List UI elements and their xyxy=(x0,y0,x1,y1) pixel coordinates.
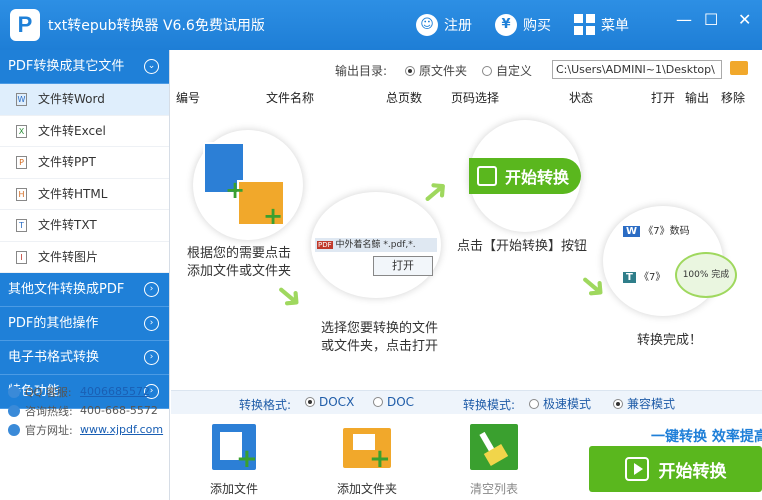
contact-info: QQ 客服: 4006685572 咨询热线: 400-668-5572 官方网址:… xyxy=(8,382,163,439)
category-ebook-convert[interactable]: 电子书格式转换 › xyxy=(0,341,169,375)
sidebar-item-to-image[interactable]: I 文件转图片 xyxy=(0,242,169,273)
phone-icon xyxy=(8,404,20,417)
open-dialog-illustration: PDF 中外着名鲸 *.pdf,*. 打开 xyxy=(311,192,441,298)
chevron-right-icon: › xyxy=(144,282,159,297)
radio-doc[interactable]: DOC xyxy=(373,395,414,409)
website-link[interactable]: www.xjpdf.com xyxy=(80,423,163,436)
start-convert-button[interactable]: 开始转换 xyxy=(589,446,762,492)
html-file-icon: H xyxy=(16,187,27,201)
start-button-illustration: 开始转换 xyxy=(469,120,581,232)
radio-fast-mode[interactable]: 极速模式 xyxy=(529,395,591,412)
app-title: txt转epub转换器 V6.6免费试用版 xyxy=(48,18,265,34)
image-file-icon: I xyxy=(16,250,27,264)
sidebar-item-to-txt[interactable]: T 文件转TXT xyxy=(0,210,169,242)
close-button[interactable]: ✕ xyxy=(738,10,751,29)
sidebar-item-to-html[interactable]: H 文件转HTML xyxy=(0,179,169,210)
sidebar-item-to-word[interactable]: W 文件转Word xyxy=(0,84,169,116)
radio-docx[interactable]: DOCX xyxy=(305,395,354,409)
add-file-illustration: + + xyxy=(193,130,303,240)
title-bar: P txt转epub转换器 V6.6免费试用版 ☺ 注册 ¥ 购买 菜单 — ☐… xyxy=(0,0,762,50)
category-pdf-to-other[interactable]: PDF转换成其它文件 ⌄ xyxy=(0,50,169,84)
buy-button[interactable]: ¥ 购买 xyxy=(495,14,551,36)
txt-file-icon: T xyxy=(16,219,27,232)
steps-illustration: + + 根据您的需要点击 添加文件或文件夹 ➜ PDF 中外着名鲸 *.pdf,… xyxy=(171,108,762,390)
grid-icon xyxy=(574,14,595,35)
category-other-to-pdf[interactable]: 其他文件转换成PDF › xyxy=(0,273,169,307)
folder-icon[interactable] xyxy=(730,61,748,75)
menu-button[interactable]: 菜单 xyxy=(574,14,629,35)
slogan-text: 一键转换 效率提高 xyxy=(651,429,762,445)
radio-source-folder[interactable]: 原文件夹 xyxy=(405,62,467,79)
add-file-button[interactable]: + 添加文件 xyxy=(205,422,263,497)
output-dir-bar: 输出目录: 原文件夹 自定义 C:\Users\ADMINI~1\Desktop… xyxy=(171,58,762,84)
broom-icon xyxy=(468,422,520,474)
chevron-down-icon: ⌄ xyxy=(144,59,159,74)
results-illustration: W 《7》数码 T 《7》 100% 完成 xyxy=(603,206,737,316)
qq-icon xyxy=(8,385,20,398)
step2-text: 选择您要转换的文件 或文件夹，点击打开 xyxy=(321,321,439,354)
step1-text: 根据您的需要点击 添加文件或文件夹 xyxy=(187,246,292,279)
minimize-button[interactable]: — xyxy=(676,10,692,29)
clear-list-button[interactable]: 清空列表 xyxy=(465,422,523,497)
open-button-illustration: 打开 xyxy=(373,256,433,276)
register-button[interactable]: ☺ 注册 xyxy=(416,14,472,36)
maximize-button[interactable]: ☐ xyxy=(704,10,718,29)
word-file-icon: W xyxy=(16,93,27,106)
radio-custom-folder[interactable]: 自定义 xyxy=(482,62,532,79)
add-folder-button[interactable]: + 添加文件夹 xyxy=(331,422,403,497)
chevron-right-icon: › xyxy=(144,316,159,331)
sidebar-item-to-excel[interactable]: X 文件转Excel xyxy=(0,116,169,147)
format-bar: 转换格式: DOCX DOC 转换模式: 极速模式 兼容模式 xyxy=(171,390,762,414)
ppt-file-icon: P xyxy=(16,156,27,169)
output-path-field[interactable]: C:\Users\ADMINI~1\Desktop\ xyxy=(552,60,722,79)
globe-icon xyxy=(8,423,20,436)
chevron-right-icon: › xyxy=(144,350,159,365)
sidebar-item-to-ppt[interactable]: P 文件转PPT xyxy=(0,147,169,179)
user-icon: ☺ xyxy=(416,14,438,36)
excel-file-icon: X xyxy=(16,124,27,138)
play-icon xyxy=(624,457,649,481)
add-file-icon: + xyxy=(208,422,260,474)
yen-icon: ¥ xyxy=(495,14,517,36)
add-folder-icon: + xyxy=(341,422,393,474)
step3-text: 点击【开始转换】按钮 xyxy=(457,239,588,254)
step4-text: 转换完成！ xyxy=(637,333,703,348)
action-bar: + 添加文件 + 添加文件夹 清空列表 一键转换 效率提高 开始转换 xyxy=(171,414,762,500)
category-pdf-other-ops[interactable]: PDF的其他操作 › xyxy=(0,307,169,341)
file-table-header: 编号 文件名称 总页数 页码选择 状态 打开 输出 移除 xyxy=(176,91,746,105)
radio-compat-mode[interactable]: 兼容模式 xyxy=(613,395,675,412)
app-logo: P xyxy=(10,9,40,41)
qq-link[interactable]: 4006685572 xyxy=(80,385,150,398)
